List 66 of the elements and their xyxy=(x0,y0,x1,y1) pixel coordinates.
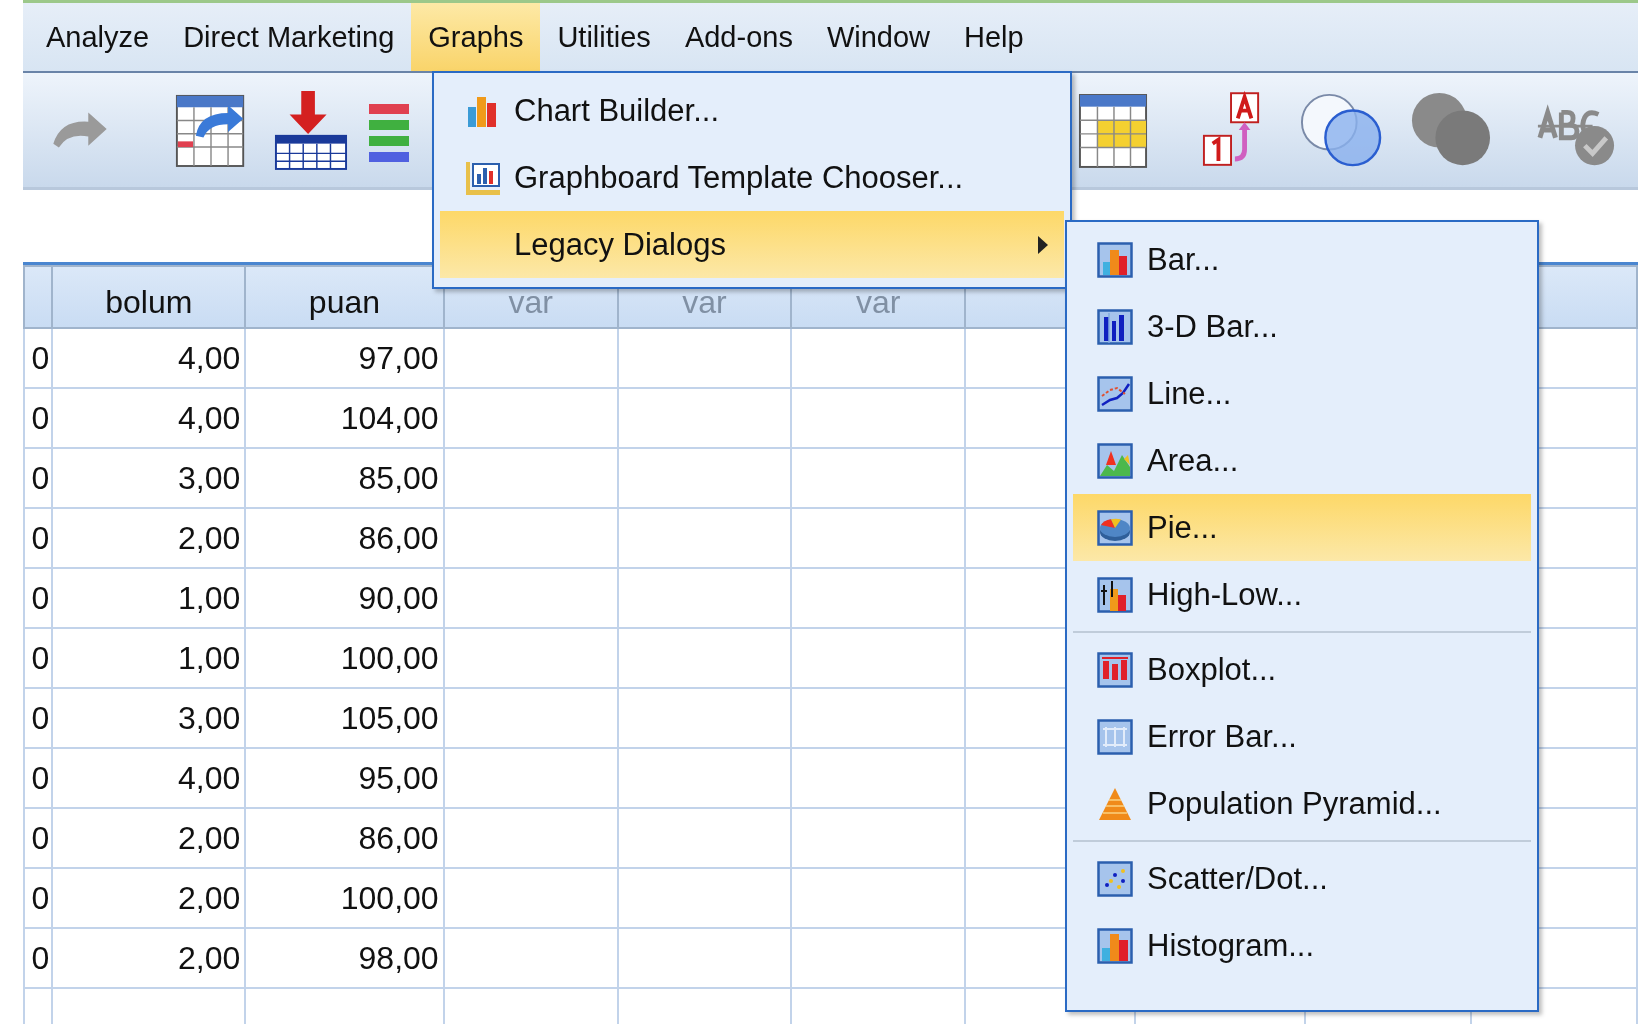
bar-chart-icon xyxy=(1097,241,1133,278)
table-cell: 105,00 xyxy=(340,699,439,736)
menu-item[interactable]: Utilities xyxy=(540,3,668,71)
table-cell: 0 xyxy=(31,939,50,976)
table-cell: 0 xyxy=(31,519,50,556)
table-cell: 2,00 xyxy=(178,519,241,556)
menu-item[interactable]: Graphboard Template Chooser... xyxy=(440,144,1064,211)
import-table-icon[interactable] xyxy=(273,88,349,172)
table-cell: 90,00 xyxy=(358,579,439,616)
bar-chart-icon xyxy=(1097,308,1133,345)
error-bar-icon xyxy=(1097,718,1133,755)
chart-template-icon xyxy=(464,159,500,196)
menu-item[interactable]: Bar... xyxy=(1073,226,1531,293)
menu-item[interactable]: Area... xyxy=(1073,427,1531,494)
menu-item[interactable]: Population Pyramid... xyxy=(1073,770,1531,837)
menu-item[interactable]: Help xyxy=(947,3,1041,71)
table-cell: 2,00 xyxy=(178,819,241,856)
menu-item[interactable]: Legacy Dialogs xyxy=(440,211,1064,278)
table-cell: 0 xyxy=(31,699,50,736)
table-cell: 100,00 xyxy=(340,639,439,676)
line-chart-icon xyxy=(1097,375,1133,412)
menu-item[interactable]: Error Bar... xyxy=(1073,703,1531,770)
table-cell: 86,00 xyxy=(358,519,439,556)
scatter-plot-icon xyxy=(1097,860,1133,897)
high-low-chart-icon xyxy=(1097,576,1133,613)
table-cell: 2,00 xyxy=(178,939,241,976)
menu-item[interactable]: Pie... xyxy=(1073,494,1531,561)
menu-item[interactable]: Chart Builder... xyxy=(440,77,1064,144)
table-cell: 95,00 xyxy=(358,759,439,796)
table-cell: 1,00 xyxy=(178,639,241,676)
table-cell: 4,00 xyxy=(178,759,241,796)
table-cell: 2,00 xyxy=(178,879,241,916)
menu-item[interactable]: Graphs xyxy=(411,3,541,71)
pie-chart-icon xyxy=(1097,509,1133,546)
table-cell: 0 xyxy=(31,399,50,436)
table-cell: 0 xyxy=(31,339,50,376)
menu-item[interactable]: Scatter/Dot... xyxy=(1073,845,1531,912)
table-cell: 104,00 xyxy=(340,399,439,436)
menu-item[interactable]: Window xyxy=(809,3,948,71)
boxplot-icon xyxy=(1097,651,1133,688)
menu-item[interactable]: Histogram... xyxy=(1073,912,1531,979)
table-cell: 86,00 xyxy=(358,819,439,856)
table-cell: 0 xyxy=(31,579,50,616)
table-cell: 0 xyxy=(31,879,50,916)
table-cell: 1,00 xyxy=(178,579,241,616)
table-cell: 97,00 xyxy=(358,339,439,376)
menu-item[interactable]: Add-ons xyxy=(667,3,810,71)
menu-item[interactable]: High-Low... xyxy=(1073,561,1531,628)
menu-item[interactable]: Direct Marketing xyxy=(166,3,412,71)
menu-item[interactable]: Line... xyxy=(1073,360,1531,427)
histogram-icon xyxy=(1097,927,1133,964)
table-cell: 4,00 xyxy=(178,399,241,436)
menu-item[interactable]: Analyze xyxy=(29,3,167,71)
menu-item[interactable]: Boxplot... xyxy=(1073,636,1531,703)
table-cell: 85,00 xyxy=(358,459,439,496)
table-cell: 0 xyxy=(31,819,50,856)
table-cell: 4,00 xyxy=(178,339,241,376)
table-cell: 0 xyxy=(31,639,50,676)
area-chart-icon xyxy=(1097,442,1133,479)
table-cell: 3,00 xyxy=(178,459,241,496)
menu-item[interactable]: 3-D Bar... xyxy=(1073,293,1531,360)
table-cell: 0 xyxy=(31,459,50,496)
table-cell: 98,00 xyxy=(358,939,439,976)
table-cell: 3,00 xyxy=(178,699,241,736)
table-cell: 0 xyxy=(31,759,50,796)
table-cell: 100,00 xyxy=(340,879,439,916)
